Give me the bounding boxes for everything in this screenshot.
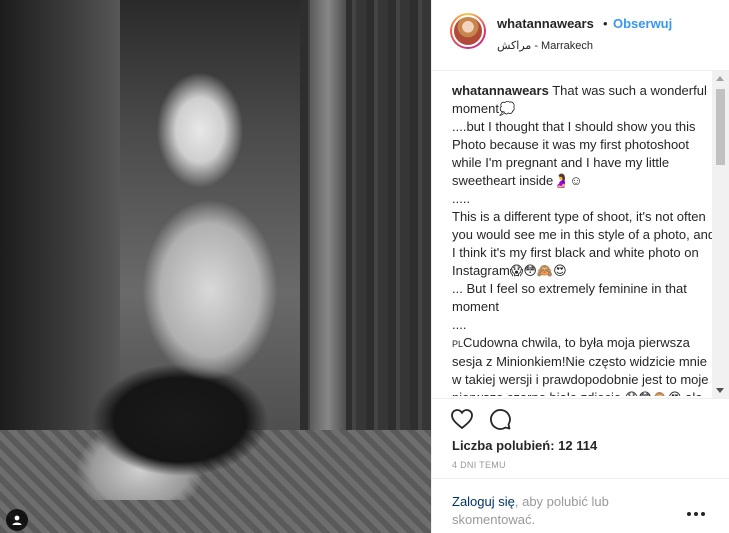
post-header: whatannawears • Obserwuj مراكش - Marrake… [432,0,729,71]
caption-line: ....but I thought that I should show you… [452,119,700,188]
caption-line: ..... [452,191,471,206]
post-side-panel: whatannawears • Obserwuj مراكش - Marrake… [431,0,729,533]
post-photo[interactable] [0,0,431,533]
post-timestamp[interactable]: 4 DNI TEMU [452,460,506,470]
caption-line: This is a different type of shoot, it's … [452,209,716,278]
caption-scrollbar[interactable] [712,71,729,398]
caption-line: .... [452,317,467,332]
login-link[interactable]: Zaloguj się [452,494,515,509]
avatar[interactable] [450,13,486,49]
likes-count[interactable]: Liczba polubień: 12 114 [452,438,597,453]
user-tag-button[interactable] [6,509,28,531]
heart-icon[interactable] [450,407,474,431]
caption-area: whatannawears That was such a wonderful … [452,82,716,396]
more-icon[interactable] [687,509,711,519]
login-prompt: Zaloguj się, aby polubić lub skomentować… [432,478,729,533]
photo-subject [60,20,310,500]
scrollbar-thumb[interactable] [716,89,725,165]
header-username[interactable]: whatannawears [497,16,594,31]
login-text: Zaloguj się, aby polubić lub skomentować… [452,493,672,529]
follow-button[interactable]: Obserwuj [613,16,672,31]
photo-background-pillar [310,0,346,450]
header-separator-dot: • [603,16,608,31]
action-bar [432,398,729,438]
caption-line: ... But I feel so extremely feminine in … [452,281,691,314]
user-tag-icon [12,515,22,525]
comment-icon[interactable] [488,407,512,431]
caption-author[interactable]: whatannawears [452,83,549,98]
scroll-down-arrow-icon[interactable] [716,388,724,393]
location-link[interactable]: مراكش - Marrakech [497,39,593,52]
caption-line-pl: PLCudowna chwila, to była moja pierwsza … [452,335,709,396]
caption-text: whatannawears That was such a wonderful … [452,83,711,116]
pl-flag-tag: PL [452,339,464,349]
scroll-up-arrow-icon[interactable] [716,76,724,81]
